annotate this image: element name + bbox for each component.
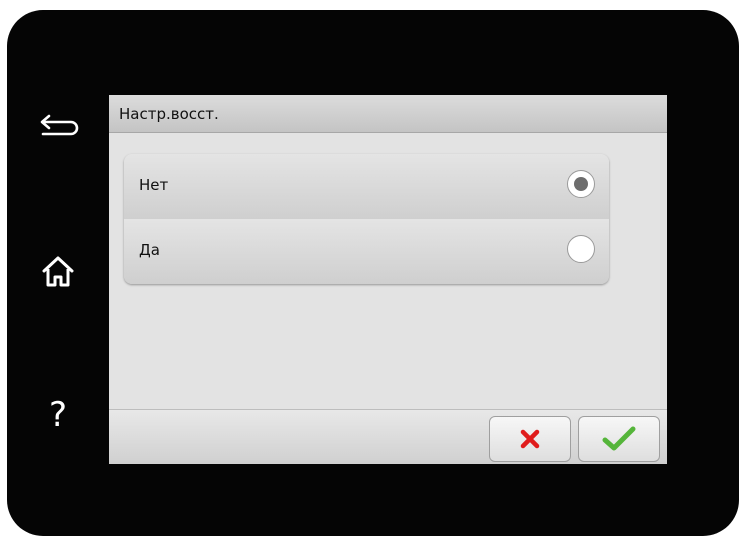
cancel-button[interactable] [489,416,571,462]
page-title: Настр.восст. [119,105,219,123]
option-label: Да [139,241,160,259]
back-button[interactable] [28,96,88,156]
home-icon [42,256,74,287]
radio-dot [574,177,588,191]
option-label: Нет [139,176,169,194]
home-button[interactable] [28,242,88,302]
option-da[interactable]: Да [124,219,609,284]
action-bar [109,409,667,464]
touch-screen: Настр.восст. Нет Да [109,95,667,464]
radio-button-selected[interactable] [567,170,595,198]
options-list: Нет Да [124,154,609,284]
back-arrow-icon [40,114,79,136]
x-icon [520,429,540,449]
title-bar: Настр.восст. [109,95,667,133]
help-button[interactable]: ? [28,385,88,445]
radio-button[interactable] [567,235,595,263]
option-net[interactable]: Нет [124,154,609,220]
checkmark-icon [602,426,636,451]
confirm-button[interactable] [578,416,660,462]
help-icon: ? [48,395,68,435]
